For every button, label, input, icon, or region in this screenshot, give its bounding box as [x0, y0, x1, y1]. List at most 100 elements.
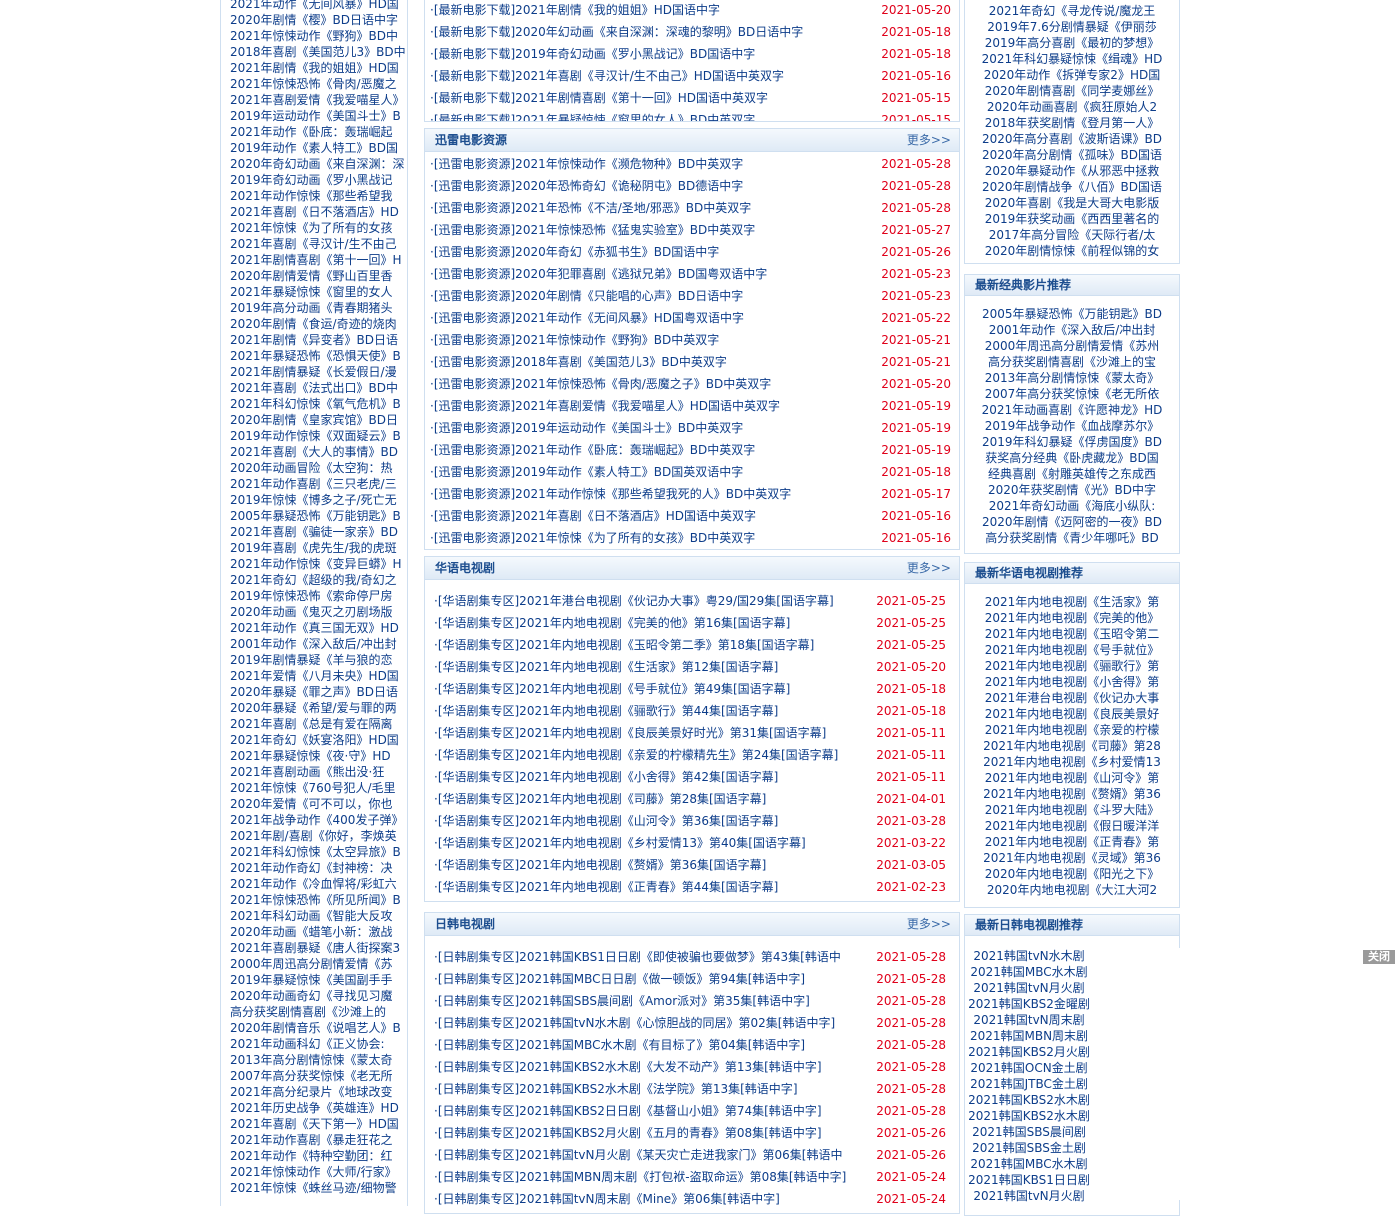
left-list-item[interactable]: 2020年剧情《食运/奇迹的烧肉: [221, 316, 407, 332]
chinese-tv-rec-item[interactable]: 2020年内地电视剧《阳光之下》: [965, 866, 1179, 882]
left-list-item[interactable]: 2021年剧情《我的姐姐》HD国: [221, 60, 407, 76]
latest-download-row-title-link[interactable]: ·[最新电影下载]2021年喜剧《寻汉计/生不由己》HD国语中英双字: [430, 65, 860, 87]
chinese-tv-rec-item[interactable]: 2021年内地电视剧《小舍得》第: [965, 674, 1179, 690]
chinese-tv-row-title-link[interactable]: ·[华语剧集专区]2021年内地电视剧《山河令》第36集[国语字幕]: [434, 810, 858, 832]
left-list-item[interactable]: 2019年动作《素人特工》BD国: [221, 140, 407, 156]
jp-kr-tv-row-title-link[interactable]: ·[日韩剧集专区]2021韩国MBC日日剧《做一顿饭》第94集[韩语中字]: [434, 968, 858, 990]
left-list-item[interactable]: 2021年喜剧《大人的事情》BD: [221, 444, 407, 460]
xunlei-more-link[interactable]: 更多>>: [907, 129, 951, 151]
latest-download-row-title-link[interactable]: ·[最新电影下载]2019年奇幻动画《罗小黑战记》BD国语中字: [430, 43, 860, 65]
chinese-tv-row-title-link[interactable]: ·[华语剧集专区]2021年内地电视剧《完美的他》第16集[国语字幕]: [434, 612, 858, 634]
chinese-tv-row-title-link[interactable]: ·[华语剧集专区]2021年内地电视剧《赘婿》第36集[国语字幕]: [434, 854, 858, 876]
jp-kr-tv-row-title-link[interactable]: ·[日韩剧集专区]2021韩国KBS2水木剧《法学院》第13集[韩语中字]: [434, 1078, 858, 1100]
xunlei-row-title-link[interactable]: ·[迅雷电影资源]2021年动作惊悚《那些希望我死的人》BD中英双字: [430, 483, 860, 505]
left-list-item[interactable]: 2001年动作《深入敌后/冲出封: [221, 636, 407, 652]
xunlei-row-title-link[interactable]: ·[迅雷电影资源]2021年惊悚动作《野狗》BD中英双字: [430, 329, 860, 351]
right-top-item[interactable]: 2020年剧情惊悚《前程似锦的女: [965, 243, 1179, 259]
left-list-item[interactable]: 2021年喜剧暴疑《唐人街探案3: [221, 940, 407, 956]
jp-kr-tv-row-title-link[interactable]: ·[日韩剧集专区]2021韩国tvN月火剧《某天灾亡走进我家门》第06集[韩语中: [434, 1144, 858, 1166]
left-list-item[interactable]: 2021年科幻惊悚《氧气危机》B: [221, 396, 407, 412]
latest-download-row-title-link[interactable]: ·[最新电影下载]2021年暴疑惊悚《窗里的女人》BD中英双字: [430, 109, 860, 121]
left-list-item[interactable]: 2020年剧情爱情《野山百里香: [221, 268, 407, 284]
left-list-item[interactable]: 2020年暴疑《希望/爱与罪的两: [221, 700, 407, 716]
xunlei-row-title-link[interactable]: ·[迅雷电影资源]2021年惊悚恐怖《猛鬼实验室》BD中英双字: [430, 219, 860, 241]
chinese-tv-row-title-link[interactable]: ·[华语剧集专区]2021年港台电视剧《伙记办大事》粤29/国29集[国语字幕]: [434, 590, 858, 612]
left-list-item[interactable]: 2019年剧情暴疑《羊与狼的恋: [221, 652, 407, 668]
left-list-item[interactable]: 2021年动作奇幻《封神榜：决: [221, 860, 407, 876]
left-list-item[interactable]: 2021年剧情暴疑《长爱假日/漫: [221, 364, 407, 380]
left-list-item[interactable]: 2021年喜剧《总是有爱在隔离: [221, 716, 407, 732]
jp-kr-tv-rec-item[interactable]: 2021韩国MBC水木剧: [965, 964, 1093, 980]
chinese-tv-rec-item[interactable]: 2021年内地电视剧《良辰美景好: [965, 706, 1179, 722]
left-list-item[interactable]: 2013年高分剧情惊悚《蒙太奇: [221, 1052, 407, 1068]
left-list-item[interactable]: 2019年高分动画《青春期猪头: [221, 300, 407, 316]
chinese-tv-rec-item[interactable]: 2021年内地电视剧《赘婿》第36: [965, 786, 1179, 802]
left-list-item[interactable]: 2021年动作《特种空勤团：红: [221, 1148, 407, 1164]
left-list-item[interactable]: 2019年运动动作《美国斗士》B: [221, 108, 407, 124]
left-list-item[interactable]: 2007年高分获奖惊悚《老无所: [221, 1068, 407, 1084]
right-top-item[interactable]: 2021年奇幻《寻龙传说/魔龙王: [965, 3, 1179, 19]
classic-item[interactable]: 2013年高分剧情惊悚《蒙太奇》: [965, 370, 1179, 386]
right-top-item[interactable]: 2020年剧情战争《八佰》BD国语: [965, 179, 1179, 195]
jp-kr-tv-row-title-link[interactable]: ·[日韩剧集专区]2021韩国SBS晨间剧《Amor派对》第35集[韩语中字]: [434, 990, 858, 1012]
left-list-item[interactable]: 2021年惊悚《760号犯人/毛里: [221, 780, 407, 796]
left-list-item[interactable]: 2021年喜剧《寻汉计/生不由己: [221, 236, 407, 252]
chinese-tv-row-title-link[interactable]: ·[华语剧集专区]2021年内地电视剧《号手就位》第49集[国语字幕]: [434, 678, 858, 700]
jp-kr-tv-row-title-link[interactable]: ·[日韩剧集专区]2021韩国tvN水木剧《心惊胆战的同居》第02集[韩语中字]: [434, 1012, 858, 1034]
left-list-item[interactable]: 2005年暴疑恐怖《万能钥匙》B: [221, 508, 407, 524]
classic-item[interactable]: 2001年动作《深入敌后/冲出封: [965, 322, 1179, 338]
classic-item[interactable]: 经典喜剧《射雕英雄传之东成西: [965, 466, 1179, 482]
left-list-item[interactable]: 2021年动作《真三国无双》HD: [221, 620, 407, 636]
right-top-item[interactable]: 2021年科幻暴疑惊悚《缉魂》HD: [965, 51, 1179, 67]
left-list-item[interactable]: 2020年爱情《可不可以，你也: [221, 796, 407, 812]
latest-download-row-title-link[interactable]: ·[最新电影下载]2020年幻动画《来自深渊：深魂的黎明》BD日语中字: [430, 21, 860, 43]
left-list-item[interactable]: 2021年剧情喜剧《第十一回》H: [221, 252, 407, 268]
chinese-tv-row-title-link[interactable]: ·[华语剧集专区]2021年内地电视剧《正青春》第44集[国语字幕]: [434, 876, 858, 898]
latest-download-row-title-link[interactable]: ·[最新电影下载]2021年剧情《我的姐姐》HD国语中字: [430, 0, 860, 21]
right-top-item[interactable]: 2019年高分喜剧《最初的梦想》: [965, 35, 1179, 51]
jp-kr-tv-rec-item[interactable]: 2021韩国KBS2月火剧: [965, 1044, 1093, 1060]
chinese-tv-rec-item[interactable]: 2021年内地电视剧《正青春》第: [965, 834, 1179, 850]
latest-download-row-title-link[interactable]: ·[最新电影下载]2021年剧情喜剧《第十一回》HD国语中英双字: [430, 87, 860, 109]
chinese-tv-row-title-link[interactable]: ·[华语剧集专区]2021年内地电视剧《生活家》第12集[国语字幕]: [434, 656, 858, 678]
chinese-tv-row-title-link[interactable]: ·[华语剧集专区]2021年内地电视剧《良辰美景好时光》第31集[国语字幕]: [434, 722, 858, 744]
left-list-item[interactable]: 2021年战争动作《400发子弹》: [221, 812, 407, 828]
left-list-item[interactable]: 2021年喜剧《法式出口》BD中: [221, 380, 407, 396]
jp-kr-tv-row-title-link[interactable]: ·[日韩剧集专区]2021韩国KBS2日日剧《基督山小姐》第74集[韩语中字]: [434, 1100, 858, 1122]
left-list-item[interactable]: 2021年惊悚动作《野狗》BD中: [221, 28, 407, 44]
jp-kr-tv-rec-item[interactable]: 2021韩国KBS2水木剧: [965, 1092, 1093, 1108]
jp-kr-tv-row-title-link[interactable]: ·[日韩剧集专区]2021韩国KBS2水木剧《大发不动产》第13集[韩语中字]: [434, 1056, 858, 1078]
chinese-tv-rec-item[interactable]: 2021年内地电视剧《完美的他》: [965, 610, 1179, 626]
xunlei-row-title-link[interactable]: ·[迅雷电影资源]2021年动作《无间风暴》HD国粤双语中字: [430, 307, 860, 329]
jp-kr-tv-row-title-link[interactable]: ·[日韩剧集专区]2021韩国tvN周末剧《Mine》第06集[韩语中字]: [434, 1188, 858, 1210]
left-list-item[interactable]: 2021年暴疑惊悚《夜·守》HD: [221, 748, 407, 764]
xunlei-row-title-link[interactable]: ·[迅雷电影资源]2021年喜剧《日不落酒店》HD国语中英双字: [430, 505, 860, 527]
classic-item[interactable]: 2007年高分获奖惊悚《老无所依: [965, 386, 1179, 402]
left-list-item[interactable]: 2000年周迅高分剧情爱情《苏: [221, 956, 407, 972]
chinese-tv-rec-item[interactable]: 2021年内地电视剧《生活家》第: [965, 594, 1179, 610]
chinese-tv-rec-item[interactable]: 2021年内地电视剧《山河令》第: [965, 770, 1179, 786]
chinese-tv-row-title-link[interactable]: ·[华语剧集专区]2021年内地电视剧《乡村爱情13》第40集[国语字幕]: [434, 832, 858, 854]
jp-kr-tv-rec-item[interactable]: 2021韩国MBN周末剧: [965, 1028, 1093, 1044]
xunlei-row-title-link[interactable]: ·[迅雷电影资源]2021年惊悚《为了所有的女孩》BD中英双字: [430, 527, 860, 549]
left-list-item[interactable]: 2020年剧情《樱》BD日语中字: [221, 12, 407, 28]
jp-kr-tv-rec-item[interactable]: 2021韩国KBS2水木剧: [965, 1108, 1093, 1124]
chinese-tv-rec-item[interactable]: 2021年内地电视剧《亲爱的柠檬: [965, 722, 1179, 738]
left-list-item[interactable]: 2021年暴疑惊悚《窗里的女人: [221, 284, 407, 300]
xunlei-row-title-link[interactable]: ·[迅雷电影资源]2021年惊悚恐怖《骨肉/恶魔之子》BD中英双字: [430, 373, 860, 395]
left-list-item[interactable]: 2021年动画科幻《正义协会:: [221, 1036, 407, 1052]
right-top-item[interactable]: 2020年动画喜剧《疯狂原始人2: [965, 99, 1179, 115]
close-ad-button[interactable]: 关闭: [1363, 950, 1395, 964]
left-list-item[interactable]: 2021年科幻惊悚《太空异旅》B: [221, 844, 407, 860]
left-list-item[interactable]: 2021年喜剧《骗徒一家亲》BD: [221, 524, 407, 540]
jp-kr-tv-rec-item[interactable]: 2021韩国MBC水木剧: [965, 1156, 1093, 1172]
chinese-tv-row-title-link[interactable]: ·[华语剧集专区]2021年内地电视剧《骊歌行》第44集[国语字幕]: [434, 700, 858, 722]
right-top-item[interactable]: 2020年暴疑动作《从邪恶中拯救: [965, 163, 1179, 179]
left-list-item[interactable]: 2021年动作喜剧《暴走狂花之: [221, 1132, 407, 1148]
left-list-item[interactable]: 2021年科幻动画《智能大反攻: [221, 908, 407, 924]
xunlei-row-title-link[interactable]: ·[迅雷电影资源]2018年喜剧《美国范儿3》BD中英双字: [430, 351, 860, 373]
xunlei-row-title-link[interactable]: ·[迅雷电影资源]2019年动作《素人特工》BD国英双语中字: [430, 461, 860, 483]
left-list-item[interactable]: 2021年惊悚恐怖《骨肉/恶魔之: [221, 76, 407, 92]
left-list-item[interactable]: 2020年动画《蜡笔小新：激战: [221, 924, 407, 940]
classic-item[interactable]: 2005年暴疑恐怖《万能钥匙》BD: [965, 306, 1179, 322]
